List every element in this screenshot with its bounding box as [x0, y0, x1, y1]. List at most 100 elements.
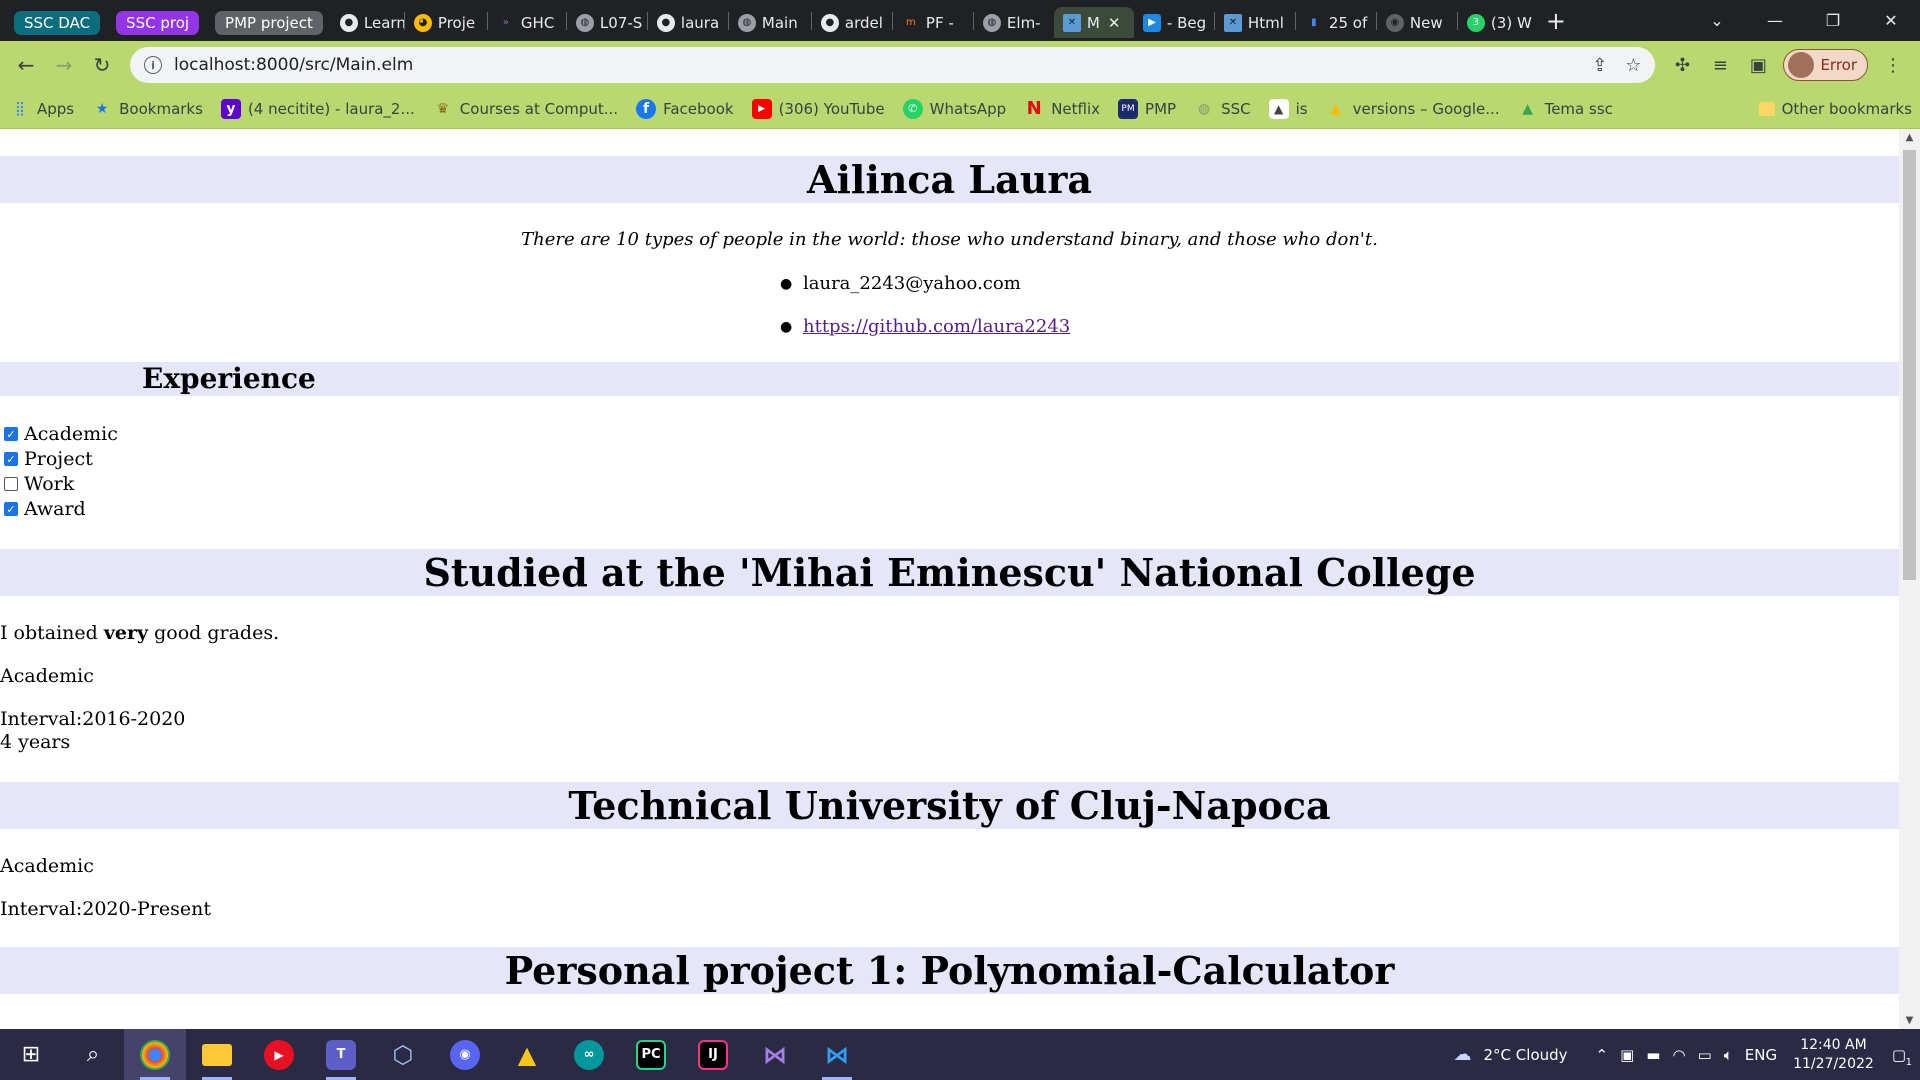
windows-start-icon[interactable]: ⊞: [0, 1029, 62, 1080]
google-drive-icon: ▲: [1522, 100, 1533, 117]
site-info-icon[interactable]: i: [144, 56, 162, 74]
display-icon[interactable]: ▭: [1698, 1046, 1712, 1064]
bookmark-label: Other bookmarks: [1781, 99, 1912, 118]
language-indicator[interactable]: ENG: [1745, 1046, 1777, 1064]
close-tab-icon[interactable]: ✕: [1108, 14, 1121, 32]
close-window-button[interactable]: ✕: [1862, 0, 1920, 41]
checkbox-award[interactable]: ✓: [4, 502, 18, 516]
new-tab-button[interactable]: +: [1538, 7, 1574, 35]
tab-25-of[interactable]: ▮ 25 of: [1296, 7, 1376, 38]
url-text[interactable]: localhost:8000/src/Main.elm: [174, 55, 1574, 75]
side-panel-icon[interactable]: ▣: [1739, 47, 1777, 83]
network-adapter-icon[interactable]: ▣: [1620, 1046, 1634, 1064]
github-link[interactable]: https://github.com/laura2243: [803, 316, 1070, 337]
profile-button[interactable]: Error: [1783, 49, 1868, 81]
page-scrollbar[interactable]: ▲ ▼: [1899, 129, 1920, 1029]
notifications-icon[interactable]: ▢ 1: [1892, 1046, 1912, 1068]
scroll-down-icon[interactable]: ▼: [1899, 1012, 1920, 1029]
tab-beg[interactable]: ▶ - Beg: [1134, 7, 1214, 38]
bookmark-label: Netflix: [1051, 99, 1101, 118]
back-button[interactable]: ←: [8, 47, 44, 83]
tab-whatsapp[interactable]: 3 (3) W: [1458, 7, 1538, 38]
bookmark-is[interactable]: ▲ is: [1268, 98, 1308, 119]
battery-icon[interactable]: ▬: [1646, 1046, 1660, 1064]
wifi-icon[interactable]: ◠: [1672, 1046, 1685, 1064]
forward-button[interactable]: →: [46, 47, 82, 83]
bookmark-ssc[interactable]: ◍ SSC: [1194, 99, 1251, 119]
tab-new[interactable]: ◉ New: [1377, 7, 1457, 38]
address-bar[interactable]: i localhost:8000/src/Main.elm ⇪ ☆: [130, 47, 1656, 83]
bookmark-apps[interactable]: ⣿ Apps: [10, 99, 74, 119]
bookmark-label: Apps: [37, 99, 75, 118]
search-icon[interactable]: ⌕: [62, 1029, 124, 1080]
bookmark-bookmarks[interactable]: ★ Bookmarks: [92, 99, 203, 119]
bookmark-tema-ssc[interactable]: ▲ Tema ssc: [1518, 99, 1613, 119]
filter-award[interactable]: ✓ Award: [4, 498, 86, 520]
filter-project[interactable]: ✓ Project: [4, 448, 93, 470]
globe-icon: ◍: [1197, 100, 1211, 117]
tab-ardel[interactable]: ● ardel: [812, 7, 892, 38]
minimize-button[interactable]: —: [1746, 0, 1804, 41]
bookmark-whatsapp[interactable]: ✆ WhatsApp: [902, 98, 1006, 119]
bookmark-yahoo[interactable]: y (4 necitite) - laura_2...: [220, 98, 415, 119]
cloud-weather-icon[interactable]: ☁: [1454, 1044, 1472, 1065]
tab-search-icon[interactable]: ⌄: [1688, 0, 1746, 41]
teams-button[interactable]: T: [310, 1029, 372, 1080]
tab-main[interactable]: ◍ Main: [729, 7, 811, 38]
tab-html[interactable]: ✕ Html: [1215, 7, 1295, 38]
filter-academic[interactable]: ✓ Academic: [4, 423, 118, 445]
media-player-button[interactable]: ▶: [248, 1029, 310, 1080]
bookmark-star-icon[interactable]: ☆: [1625, 55, 1641, 76]
scroll-up-icon[interactable]: ▲: [1899, 129, 1920, 146]
file-explorer-button[interactable]: [186, 1029, 248, 1080]
visual-studio-button[interactable]: ⋈: [744, 1029, 806, 1080]
bookmark-netflix[interactable]: N Netflix: [1024, 98, 1101, 119]
bookmark-courses[interactable]: ♛ Courses at Comput...: [433, 99, 619, 119]
tab-laura[interactable]: ● laura: [648, 7, 728, 38]
share-icon[interactable]: ⇪: [1592, 55, 1607, 76]
extensions-icon[interactable]: ✣: [1663, 47, 1701, 83]
filter-work[interactable]: Work: [4, 473, 74, 495]
arduino-button[interactable]: ∞: [558, 1029, 620, 1080]
vscode-button[interactable]: ⋈: [806, 1029, 868, 1080]
checkbox-academic[interactable]: ✓: [4, 427, 18, 441]
clock[interactable]: 12:40 AM 11/27/2022: [1793, 1036, 1874, 1074]
discord-button[interactable]: ◉: [434, 1029, 496, 1080]
tab-l07[interactable]: ◍ L07-S: [567, 7, 647, 38]
globe-icon: ◍: [982, 13, 1001, 32]
bookmark-versions[interactable]: ▲ versions – Google...: [1326, 99, 1499, 119]
moodle-icon: m: [906, 17, 916, 28]
tab-proje[interactable]: ◕ Proje: [405, 7, 487, 38]
checkbox-project[interactable]: ✓: [4, 452, 18, 466]
bookmark-label: (4 necitite) - laura_2...: [247, 99, 415, 118]
chrome-icon: ◉: [1385, 13, 1404, 32]
bookmark-youtube[interactable]: ▶ (306) YouTube: [751, 98, 885, 119]
chrome-taskbar-button[interactable]: [124, 1029, 186, 1080]
pycharm-button[interactable]: PC: [620, 1029, 682, 1080]
checkbox-work[interactable]: [4, 477, 18, 491]
restore-button[interactable]: ❐: [1804, 0, 1862, 41]
reload-button[interactable]: ↻: [84, 47, 120, 83]
reading-list-icon[interactable]: ≡: [1701, 47, 1739, 83]
other-bookmarks[interactable]: Other bookmarks: [1758, 99, 1912, 118]
bookmark-pmp[interactable]: PM PMP: [1118, 98, 1176, 119]
volume-icon[interactable]: 🔈︎: [1724, 1046, 1733, 1064]
scrollbar-thumb[interactable]: [1903, 150, 1916, 580]
tab-elm[interactable]: ◍ Elm-: [974, 7, 1054, 38]
tab-group-ssc-proj[interactable]: SSC proj: [108, 7, 207, 38]
anaconda-button[interactable]: ▲: [496, 1029, 558, 1080]
tab-main-elm-active[interactable]: ✕ M ✕: [1053, 7, 1134, 38]
show-hidden-icons-icon[interactable]: ⌃: [1596, 1046, 1609, 1064]
tab-learn[interactable]: ● Learn: [331, 7, 404, 38]
bookmark-facebook[interactable]: f Facebook: [636, 98, 734, 119]
tab-group-ssc-dac[interactable]: SSC DAC: [6, 7, 108, 38]
tab-group-pmp-project[interactable]: PMP project: [207, 7, 331, 38]
virtualbox-button[interactable]: ⬡: [372, 1029, 434, 1080]
tab-pf[interactable]: m PF -: [893, 7, 973, 38]
courses-icon: ♛: [436, 100, 450, 117]
tab-ghc[interactable]: » GHC: [488, 7, 566, 38]
intellij-button[interactable]: IJ: [682, 1029, 744, 1080]
chrome-menu-icon[interactable]: ⋮: [1874, 47, 1912, 83]
weather-text[interactable]: 2°C Cloudy: [1484, 1046, 1568, 1064]
tab-label: New: [1409, 13, 1443, 32]
